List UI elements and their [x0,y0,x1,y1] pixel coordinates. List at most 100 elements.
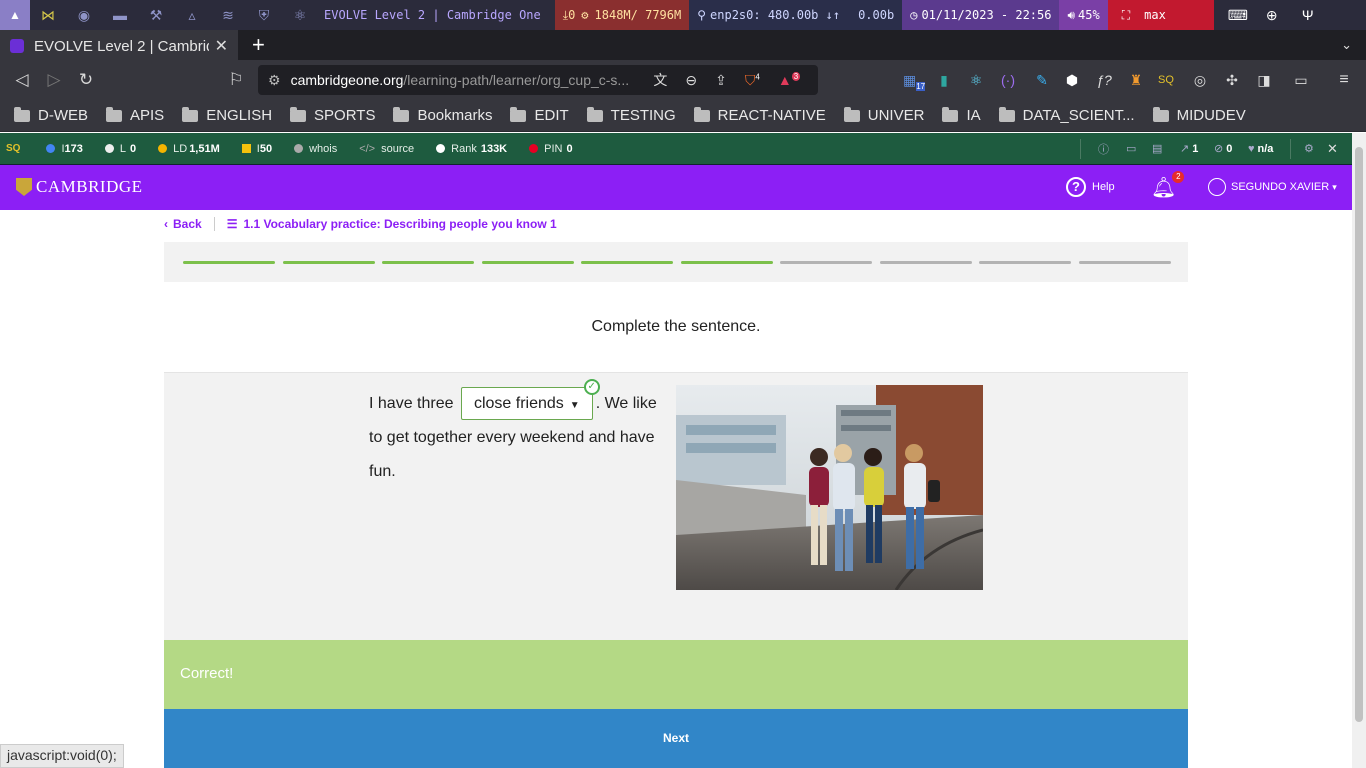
doc-icon[interactable]: ▤ [1152,142,1162,155]
bookmark-folder[interactable]: TESTING [586,106,676,124]
list-icon: ☰ [226,217,238,231]
int-links-icon[interactable]: ⊘ 0 [1214,142,1232,155]
bookmark-folder[interactable]: MIDUDEV [1152,106,1246,124]
shield-crest-icon [16,178,32,196]
bookmark-folder[interactable]: REACT-NATIVE [693,106,826,124]
character-extension-icon[interactable]: ♜ [1127,71,1145,89]
lesson-link[interactable]: ☰ 1.1 Vocabulary practice: Describing peo… [227,217,557,231]
menu-icon[interactable]: ≡ [1335,71,1353,89]
extensions-puzzle-icon[interactable]: ✣ [1223,71,1241,89]
seo-source[interactable]: </> source [359,143,414,155]
network-speed-2: 0.00b [858,8,895,22]
function-extension-icon[interactable]: ƒ? [1095,71,1113,89]
fullscreen-icon: ⛶ [1121,7,1131,22]
chevron-down-icon: ▾ [1332,181,1337,192]
network-widget: ⚲ enp2s0: 480.00b ↓↑ 0.00b [689,0,903,30]
info-icon[interactable]: ⓘ [1098,141,1109,157]
bookmark-folder[interactable]: D-WEB [14,106,88,124]
reload-icon[interactable]: ↻ [70,70,102,90]
datetime: 01/11/2023 - 22:56 [921,8,1052,22]
bookmark-folder[interactable]: DATA_SCIENT... [998,106,1135,124]
cone-icon[interactable]: ▵ [184,7,200,23]
density-icon[interactable]: ♥ n/a [1248,143,1273,155]
instruction: Complete the sentence. [591,318,761,335]
tab-list-chevron-icon[interactable]: ⌄ [1341,37,1352,53]
tray-keyboard-icon[interactable]: ⌨ [1228,7,1248,23]
colorpick-extension-icon[interactable]: ✎ [1033,71,1051,89]
url-host: cambridgeone.org [290,72,404,88]
seo-bing-index[interactable]: I 50 [241,143,272,155]
bookmark-folder[interactable]: SPORTS [290,106,375,124]
ext-links-icon[interactable]: ↗ 1 [1180,142,1198,155]
box-extension-icon[interactable]: ⬢ [1063,71,1081,89]
address-bar[interactable]: ⚙ cambridgeone.org /learning-path/learne… [258,65,818,95]
close-icon[interactable]: ✕ [1327,141,1338,157]
downloads-count: 0 [568,8,576,22]
browser-icon[interactable]: ◉ [76,7,92,23]
seo-linking-domains[interactable]: LD 1,51M [158,143,220,155]
bookmark-folder[interactable]: IA [942,106,981,124]
back-link[interactable]: ‹ Back [164,217,202,231]
zoom-icon[interactable]: ⊖ [685,72,697,89]
seo-google-index[interactable]: I 173 [46,142,83,155]
logo-text: CAMBRIDGE [36,177,143,196]
tool-icon[interactable]: ⚒ [148,7,164,23]
settings-icon[interactable]: ⚙ [1304,142,1314,155]
bookmark-icon[interactable]: ⚐ [220,70,252,90]
pinterest-icon [529,144,539,153]
brave-rewards-icon[interactable]: ▲ 3 [778,72,801,88]
bookmark-folder[interactable]: ENGLISH [182,106,272,124]
back-label: Back [173,217,202,231]
layout-widget[interactable]: ⛶ max [1107,0,1214,30]
seoquake-icon[interactable]: SQ [1157,71,1175,89]
cambridge-logo[interactable]: CAMBRIDGE [16,177,143,197]
page-scrollbar[interactable] [1352,133,1366,768]
tab-active[interactable]: EVOLVE Level 2 | Cambridge One ✕ [0,30,238,60]
spotify-icon[interactable]: ≋ [220,7,236,23]
new-tab-icon[interactable]: + [252,32,265,58]
monitor-icon[interactable]: ▭ [1126,142,1136,155]
wallet-icon[interactable]: ▭ [1292,71,1310,89]
close-tab-icon[interactable]: ✕ [215,36,228,56]
seo-value: 173 [64,142,83,155]
help-icon: ? [1066,177,1086,197]
extension-chart-icon[interactable]: ▮ [935,71,953,89]
vscode-icon[interactable]: ⋈ [40,7,56,23]
seo-pinterest[interactable]: PIN 0 [529,143,573,155]
seo-rank[interactable]: Rank 133K [436,143,507,155]
tray-usb-icon[interactable]: Ψ [1300,7,1316,23]
bookmark-folder[interactable]: APIS [106,106,164,124]
folder-icon[interactable]: ▬ [112,7,128,23]
forward-icon[interactable]: ▷ [38,70,70,90]
answer-dropdown[interactable]: close friends ▼ ✓ [460,379,600,421]
bookmark-folder[interactable]: EDIT [510,106,569,124]
scrollbar-thumb[interactable] [1355,147,1363,722]
seo-links[interactable]: L0 [104,143,136,155]
help-button[interactable]: ? Help [1066,177,1115,197]
react-devtools-icon[interactable]: ⚛ [967,71,985,89]
shield-icon[interactable]: ⛨ [256,7,272,23]
tray-plus-icon[interactable]: ⊕ [1264,7,1280,23]
seo-whois[interactable]: whois [294,143,337,155]
share-icon[interactable]: ⇪ [715,72,727,89]
folder-icon [182,106,199,122]
notifications-button[interactable]: 🔔︎ 2 [1151,171,1185,200]
next-button[interactable]: Next [164,709,1188,768]
site-settings-icon[interactable]: ⚙ [268,72,281,89]
translate-icon[interactable]: 文 [653,70,667,90]
workspace-arch-icon[interactable]: ▲ [0,0,30,30]
regex-extension-icon[interactable]: (·) [999,71,1017,89]
back-icon[interactable]: ◁ [6,70,38,90]
volume-widget[interactable]: 🔊︎ 45% [1059,0,1108,30]
chevron-left-icon: ‹ [164,217,168,231]
brave-shield-icon[interactable]: ⛉4 [745,72,760,89]
bookmark-folder[interactable]: UNIVER [843,106,924,124]
target-extension-icon[interactable]: ◎ [1191,71,1209,89]
sidebar-icon[interactable]: ◨ [1255,71,1273,89]
user-menu[interactable]: SEGUNDO XAVIER ▾ [1208,178,1337,196]
calendar-extension-icon[interactable]: ▦17 [903,71,926,91]
bookmark-folder[interactable]: Bookmarks [393,106,492,124]
ld-icon [158,144,168,153]
user-name: SEGUNDO XAVIER [1231,181,1330,193]
react-icon[interactable]: ⚛ [292,7,308,23]
